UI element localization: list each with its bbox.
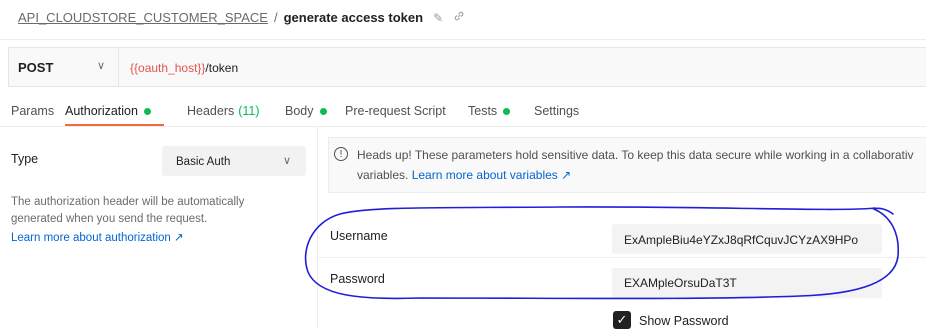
show-password-label[interactable]: Show Password bbox=[639, 314, 729, 328]
status-dot bbox=[503, 107, 511, 115]
headers-count: (11) bbox=[238, 104, 260, 118]
show-password-checkbox[interactable]: ✓ bbox=[613, 311, 631, 329]
chevron-down-icon[interactable]: ∨ bbox=[283, 154, 291, 167]
tab-pre-request-script[interactable]: Pre-request Script bbox=[345, 104, 446, 118]
auth-type-value[interactable]: Basic Auth bbox=[176, 156, 230, 168]
status-dot bbox=[319, 107, 327, 115]
pane-divider bbox=[317, 127, 318, 329]
tab-params[interactable]: Params bbox=[11, 104, 54, 118]
auth-type-label: Type bbox=[11, 152, 39, 166]
divider bbox=[0, 126, 926, 127]
breadcrumb-collection-link[interactable]: API_CLOUDSTORE_CUSTOMER_SPACE bbox=[18, 10, 268, 25]
username-label: Username bbox=[330, 229, 388, 243]
banner-text: Heads up! These parameters hold sensitiv… bbox=[357, 148, 914, 162]
url-input[interactable]: {{oauth_host}}/token bbox=[130, 61, 238, 75]
username-value[interactable]: ExAmpleBiu4eYZxJ8qRfCquvJCYzAX9HPo bbox=[624, 233, 858, 247]
request-name[interactable]: generate access token bbox=[284, 10, 423, 25]
password-value[interactable]: EXAMpleOrsuDaT3T bbox=[624, 276, 737, 290]
info-icon: ! bbox=[334, 147, 348, 161]
password-label: Password bbox=[330, 272, 385, 286]
chevron-down-icon[interactable]: ∨ bbox=[97, 59, 105, 72]
url-variable: {{oauth_host}} bbox=[130, 61, 206, 75]
tab-tests[interactable]: Tests bbox=[468, 104, 511, 118]
edit-icon[interactable]: ✎ bbox=[433, 11, 443, 25]
tab-authorization[interactable]: Authorization bbox=[65, 104, 151, 118]
status-dot bbox=[143, 107, 151, 115]
breadcrumb-separator: / bbox=[273, 10, 278, 25]
divider bbox=[118, 48, 119, 86]
banner-text-line2: variables. Learn more about variables ↗ bbox=[357, 168, 572, 182]
auth-description: The authorization header will be automat… bbox=[11, 196, 245, 225]
tab-headers[interactable]: Headers (11) bbox=[187, 104, 260, 118]
warning-banner bbox=[328, 137, 926, 193]
learn-more-auth-link[interactable]: Learn more about authorization ↗ bbox=[11, 230, 184, 244]
breadcrumb: API_CLOUDSTORE_CUSTOMER_SPACE / generate… bbox=[18, 10, 465, 25]
link-icon[interactable] bbox=[453, 10, 465, 25]
learn-more-variables-link[interactable]: Learn more about variables ↗ bbox=[412, 168, 571, 182]
tab-settings[interactable]: Settings bbox=[534, 104, 579, 118]
divider bbox=[318, 257, 926, 258]
url-path: /token bbox=[205, 61, 239, 75]
method-select[interactable]: POST bbox=[18, 60, 53, 75]
divider bbox=[0, 39, 926, 40]
tab-body[interactable]: Body bbox=[285, 104, 327, 118]
